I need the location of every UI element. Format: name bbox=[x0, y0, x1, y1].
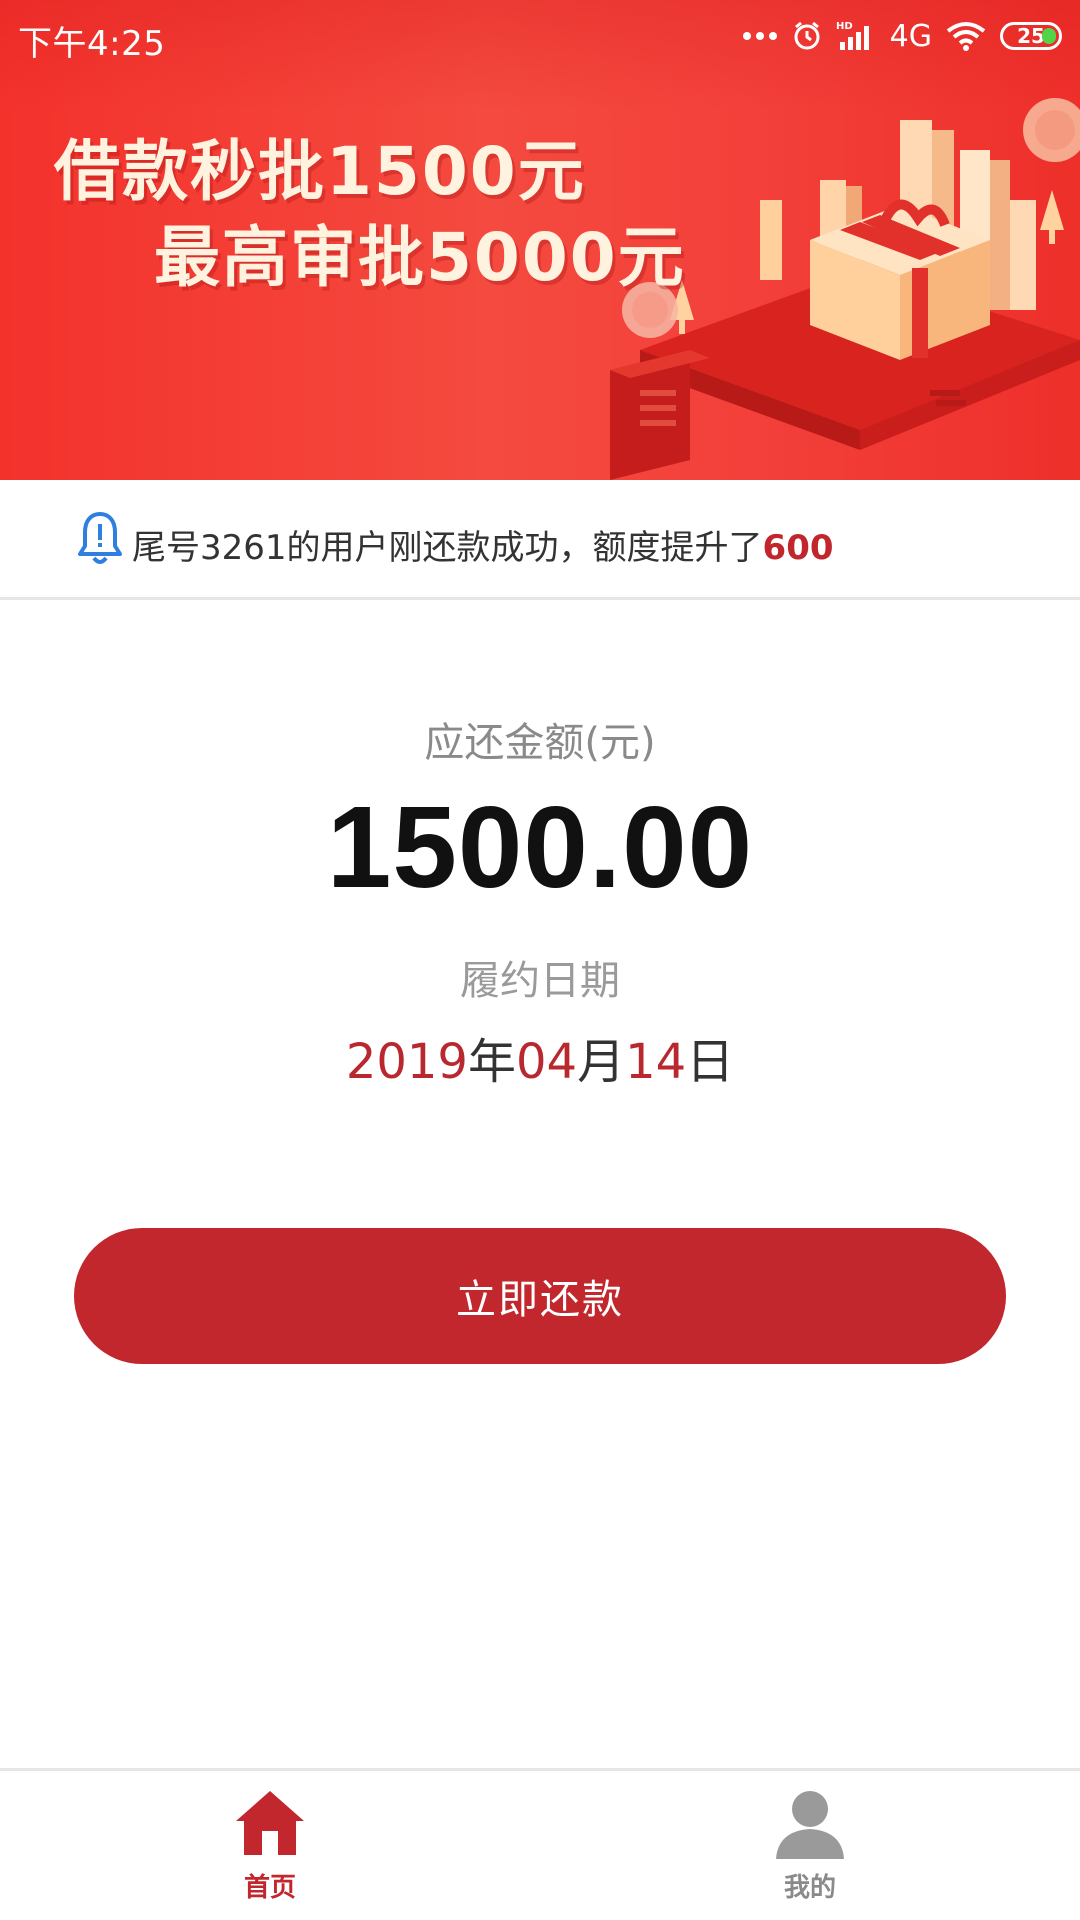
bottom-nav: 首页 我的 bbox=[0, 1768, 1080, 1920]
alarm-icon bbox=[792, 21, 822, 51]
home-icon bbox=[236, 1791, 304, 1855]
more-dots-icon bbox=[742, 31, 778, 41]
amount-due-value: 1500.00 bbox=[326, 782, 754, 912]
due-date-month-unit: 月 bbox=[577, 1034, 626, 1090]
nav-item-home[interactable]: 首页 bbox=[170, 1785, 370, 1915]
nav-label-home: 首页 bbox=[243, 1873, 296, 1903]
amount-due-label: 应还金额(元) bbox=[424, 720, 656, 766]
banner-headline-1: 借款秒批1500元 bbox=[54, 133, 586, 210]
wifi-icon bbox=[946, 21, 986, 51]
coin-tower-illustration bbox=[610, 282, 710, 480]
banner-headline-2: 最高审批5000元 bbox=[154, 219, 686, 296]
promo-banner[interactable]: 下午4:25 HD 4G 25 借款秒批1500元 最高审批5000元 bbox=[0, 0, 1080, 480]
signal-icon: HD bbox=[836, 20, 876, 52]
signal-hd-label: HD bbox=[836, 21, 853, 32]
nav-item-me[interactable]: 我的 bbox=[710, 1785, 910, 1915]
due-date-year-unit: 年 bbox=[467, 1034, 516, 1090]
user-icon bbox=[776, 1791, 844, 1859]
network-type: 4G bbox=[889, 18, 932, 54]
due-date-day-unit: 日 bbox=[686, 1034, 735, 1090]
battery-icon: 25 bbox=[1000, 22, 1062, 50]
due-date-value: 2019年04月14日 bbox=[0, 1022, 1080, 1092]
notice-text: 尾号3261的用户刚还款成功，额度提升了 bbox=[132, 528, 763, 568]
due-date-label: 履约日期 bbox=[460, 958, 620, 1004]
notice-highlight: 600 bbox=[762, 528, 834, 568]
due-date-month: 04 bbox=[515, 1034, 578, 1090]
due-date-year: 2019 bbox=[345, 1034, 468, 1090]
repay-now-button[interactable]: 立即还款 bbox=[74, 1228, 1006, 1364]
nav-label-me: 我的 bbox=[783, 1873, 836, 1903]
status-time: 下午4:25 bbox=[18, 24, 166, 64]
battery-level: 25 bbox=[1017, 24, 1045, 48]
notice-bar: 尾号3261的用户刚还款成功，额度提升了600 bbox=[0, 480, 1080, 600]
status-bar: 下午4:25 HD 4G 25 bbox=[0, 0, 1080, 72]
notice-message: 尾号3261的用户刚还款成功，额度提升了600 bbox=[132, 520, 834, 569]
bell-icon bbox=[78, 512, 122, 564]
status-icons: HD 4G 25 bbox=[742, 14, 1062, 58]
due-date-day: 14 bbox=[625, 1034, 687, 1090]
